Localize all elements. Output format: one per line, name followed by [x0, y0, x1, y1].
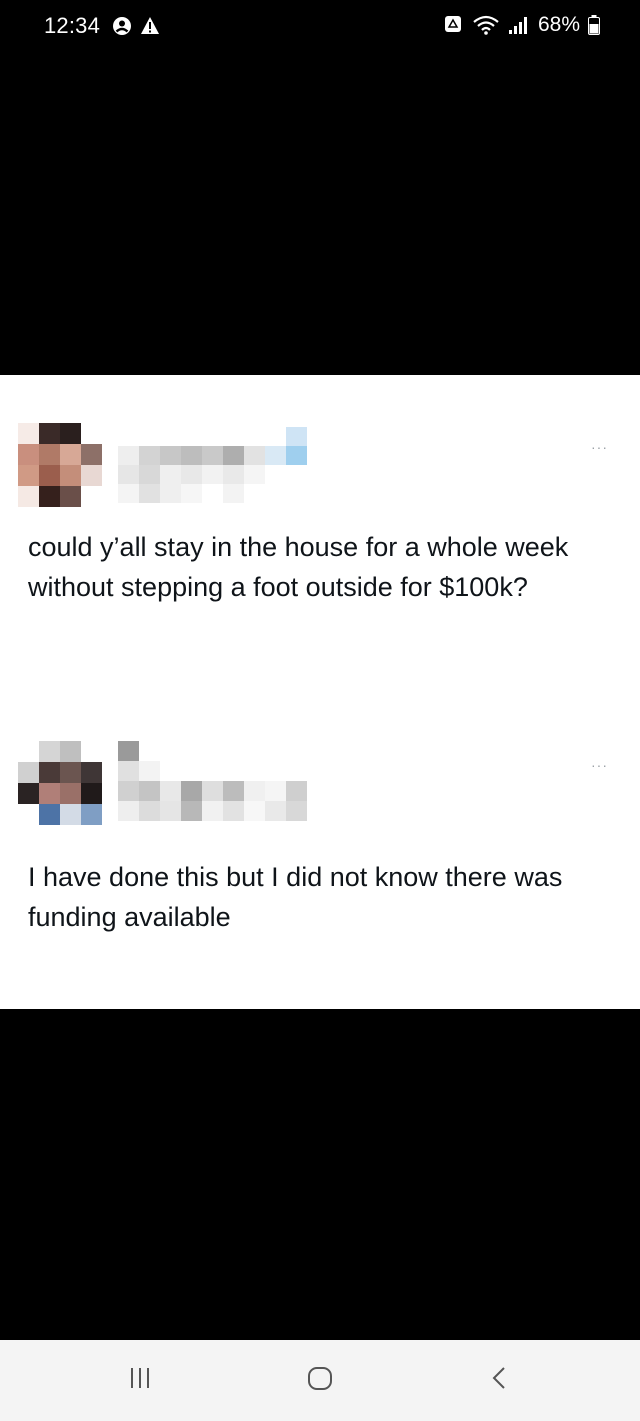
- wifi-icon: [472, 15, 500, 35]
- screenshot-content: ··· could y’all stay in the house for a …: [0, 375, 640, 1009]
- home-icon[interactable]: [306, 1366, 334, 1397]
- navigation-bar: [0, 1340, 640, 1421]
- back-icon[interactable]: [488, 1366, 512, 1397]
- post-text: could y’all stay in the house for a whol…: [28, 532, 569, 602]
- avatar[interactable]: [18, 741, 102, 825]
- status-bar: 12:34 68%: [0, 0, 640, 56]
- more-options-icon[interactable]: ···: [591, 757, 608, 773]
- signal-icon: [508, 15, 530, 35]
- username-blurred[interactable]: [118, 741, 308, 821]
- avatar[interactable]: [18, 423, 102, 507]
- post-text: I have done this but I did not know ther…: [28, 862, 563, 932]
- lock-notify-icon: [444, 15, 464, 35]
- account-circle-icon: [112, 16, 132, 36]
- battery-percentage: 68%: [537, 13, 580, 36]
- battery-icon: [588, 15, 600, 35]
- status-time: 12:34: [44, 13, 101, 38]
- recent-apps-icon[interactable]: [128, 1366, 152, 1397]
- more-options-icon[interactable]: ···: [591, 439, 608, 455]
- username-blurred[interactable]: [118, 427, 308, 503]
- warning-icon: [140, 16, 160, 36]
